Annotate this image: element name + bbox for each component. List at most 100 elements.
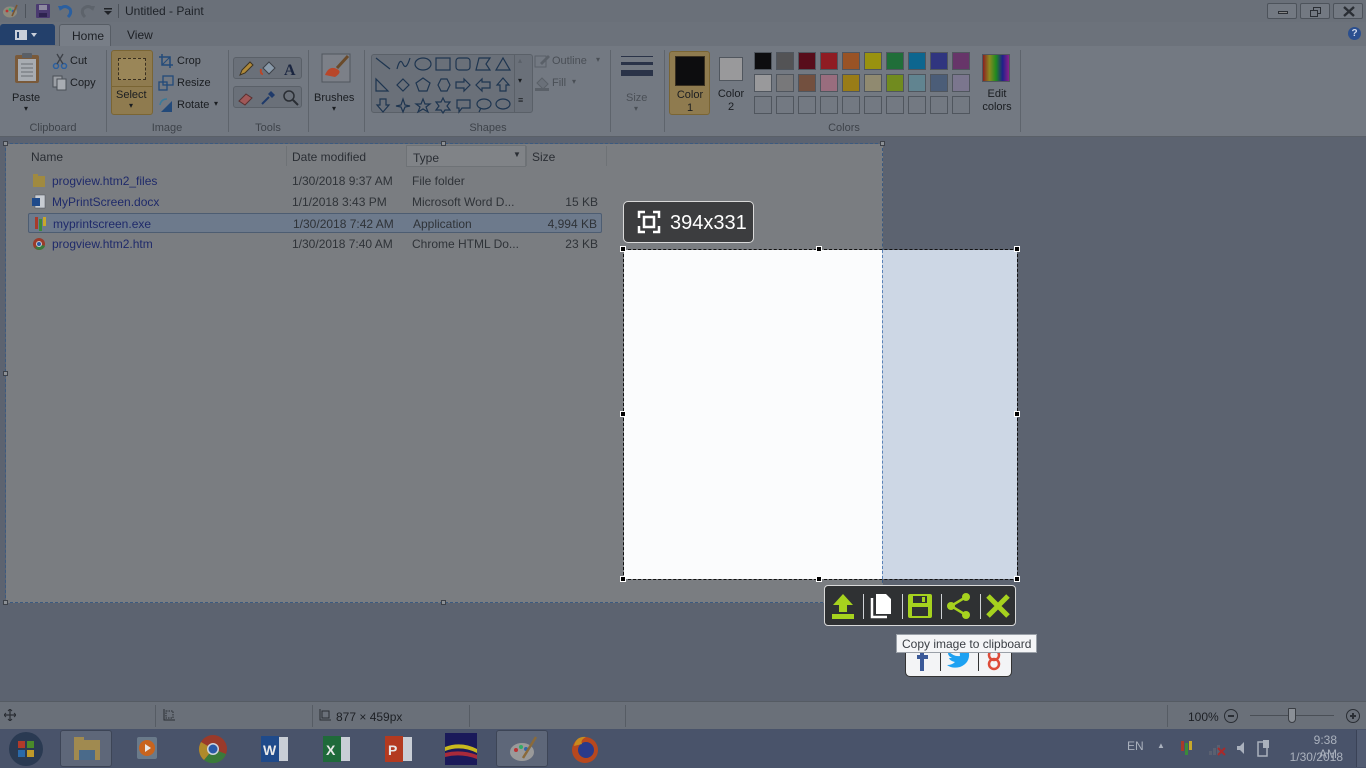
palette-swatch[interactable] xyxy=(864,52,882,70)
paste-dropdown-icon[interactable]: ▾ xyxy=(24,104,28,113)
eraser-icon[interactable] xyxy=(237,89,255,107)
crop-button[interactable]: Crop xyxy=(158,53,218,71)
shapes-gallery-scroll[interactable]: ▴ ▾ ≡ xyxy=(514,54,528,113)
taskbar-powerpoint[interactable]: P xyxy=(372,730,424,767)
taskbar-file-explorer[interactable] xyxy=(60,730,112,767)
fill-bucket-icon[interactable] xyxy=(259,60,277,78)
taskbar-firefox[interactable] xyxy=(558,730,610,767)
save-capture-icon[interactable] xyxy=(906,592,934,620)
fill-button[interactable]: Fill ▾ xyxy=(534,75,594,93)
upload-icon[interactable] xyxy=(829,592,857,620)
clock-date[interactable]: 1/30/2018 xyxy=(1283,750,1343,764)
gallery-expand-icon[interactable]: ≡ xyxy=(518,95,523,105)
volume-icon[interactable] xyxy=(1236,741,1248,755)
palette-empty-slot[interactable] xyxy=(754,96,772,114)
capture-handle-sw[interactable] xyxy=(620,576,626,582)
cut-button[interactable]: Cut xyxy=(52,53,102,71)
capture-handle-e[interactable] xyxy=(1014,411,1020,417)
palette-swatch[interactable] xyxy=(820,52,838,70)
rotate-button[interactable]: Rotate ▾ xyxy=(158,97,222,115)
palette-empty-slot[interactable] xyxy=(864,96,882,114)
palette-empty-slot[interactable] xyxy=(798,96,816,114)
customize-quick-access-icon[interactable] xyxy=(100,3,116,19)
tab-home[interactable]: Home xyxy=(59,24,111,46)
scroll-down-icon[interactable]: ▾ xyxy=(518,76,522,85)
taskbar-excel[interactable]: X xyxy=(310,730,362,767)
zoom-slider-thumb[interactable] xyxy=(1288,708,1296,723)
palette-swatch[interactable] xyxy=(864,74,882,92)
file-menu-button[interactable] xyxy=(0,24,55,45)
save-icon[interactable] xyxy=(35,3,51,19)
network-disconnected-icon[interactable] xyxy=(1208,740,1226,756)
paint-app-icon[interactable] xyxy=(2,3,18,19)
capture-handle-w[interactable] xyxy=(620,411,626,417)
palette-empty-slot[interactable] xyxy=(776,96,794,114)
close-capture-icon[interactable] xyxy=(984,592,1012,620)
pencil-icon[interactable] xyxy=(237,60,255,78)
palette-empty-slot[interactable] xyxy=(908,96,926,114)
color-picker-icon[interactable] xyxy=(259,89,277,107)
palette-swatch[interactable] xyxy=(908,52,926,70)
palette-swatch[interactable] xyxy=(798,52,816,70)
start-button[interactable] xyxy=(8,731,44,767)
palette-swatch[interactable] xyxy=(886,74,904,92)
redo-icon[interactable] xyxy=(80,3,96,19)
palette-swatch[interactable] xyxy=(908,74,926,92)
palette-swatch[interactable] xyxy=(952,74,970,92)
scroll-up-icon[interactable]: ▴ xyxy=(518,56,522,65)
restore-button[interactable] xyxy=(1300,3,1330,19)
palette-swatch[interactable] xyxy=(776,52,794,70)
language-indicator[interactable]: EN xyxy=(1127,739,1144,753)
outline-button[interactable]: Outline ▾ xyxy=(534,53,604,71)
show-desktop-button[interactable] xyxy=(1356,730,1366,767)
edit-colors-button[interactable]: Edit colors xyxy=(976,51,1018,115)
brushes-dropdown-icon[interactable]: ▾ xyxy=(332,104,336,113)
close-window-button[interactable] xyxy=(1333,3,1363,19)
myprintscreen-tray-icon[interactable] xyxy=(1180,740,1194,756)
palette-swatch[interactable] xyxy=(754,52,772,70)
palette-swatch[interactable] xyxy=(820,74,838,92)
select-button[interactable]: Select ▾ xyxy=(111,50,153,115)
resize-button[interactable]: Resize xyxy=(158,75,218,93)
show-hidden-icons[interactable]: ▲ xyxy=(1157,741,1165,750)
size-button[interactable]: Size ▾ xyxy=(614,50,660,116)
text-tool-icon[interactable]: A xyxy=(282,60,300,78)
palette-empty-slot[interactable] xyxy=(842,96,860,114)
size-dropdown-icon[interactable]: ▾ xyxy=(634,104,638,113)
help-icon[interactable]: ? xyxy=(1348,27,1361,40)
capture-handle-s[interactable] xyxy=(816,576,822,582)
brushes-button[interactable]: Brushes ▾ xyxy=(312,50,360,116)
power-icon[interactable] xyxy=(1257,739,1271,757)
palette-swatch[interactable] xyxy=(930,74,948,92)
magnifier-icon[interactable] xyxy=(282,89,300,107)
copy-button[interactable]: Copy xyxy=(52,75,102,93)
canvas-resize-handle[interactable] xyxy=(3,371,8,376)
palette-swatch[interactable] xyxy=(930,52,948,70)
palette-swatch[interactable] xyxy=(754,74,772,92)
capture-handle-ne[interactable] xyxy=(1014,246,1020,252)
undo-icon[interactable] xyxy=(57,3,73,19)
canvas-resize-handle[interactable] xyxy=(880,141,885,146)
taskbar-paint[interactable] xyxy=(496,730,548,767)
palette-swatch[interactable] xyxy=(842,74,860,92)
palette-swatch[interactable] xyxy=(952,52,970,70)
taskbar-image-viewer[interactable] xyxy=(434,730,486,767)
capture-handle-nw[interactable] xyxy=(620,246,626,252)
palette-swatch[interactable] xyxy=(842,52,860,70)
zoom-in-button[interactable] xyxy=(1346,709,1360,723)
palette-empty-slot[interactable] xyxy=(820,96,838,114)
color1-button[interactable]: Color 1 xyxy=(669,51,710,115)
palette-swatch[interactable] xyxy=(776,74,794,92)
canvas-resize-handle[interactable] xyxy=(3,600,8,605)
rotate-dropdown-icon[interactable]: ▾ xyxy=(214,99,218,108)
copy-to-clipboard-icon[interactable] xyxy=(867,592,895,620)
capture-handle-se[interactable] xyxy=(1014,576,1020,582)
taskbar-word[interactable]: W xyxy=(248,730,300,767)
select-dropdown-icon[interactable]: ▾ xyxy=(129,101,133,110)
paste-button[interactable]: Paste ▾ xyxy=(4,50,48,116)
zoom-out-button[interactable] xyxy=(1224,709,1238,723)
fill-dropdown-icon[interactable]: ▾ xyxy=(572,77,576,86)
capture-handle-n[interactable] xyxy=(816,246,822,252)
palette-empty-slot[interactable] xyxy=(930,96,948,114)
outline-dropdown-icon[interactable]: ▾ xyxy=(596,55,600,64)
